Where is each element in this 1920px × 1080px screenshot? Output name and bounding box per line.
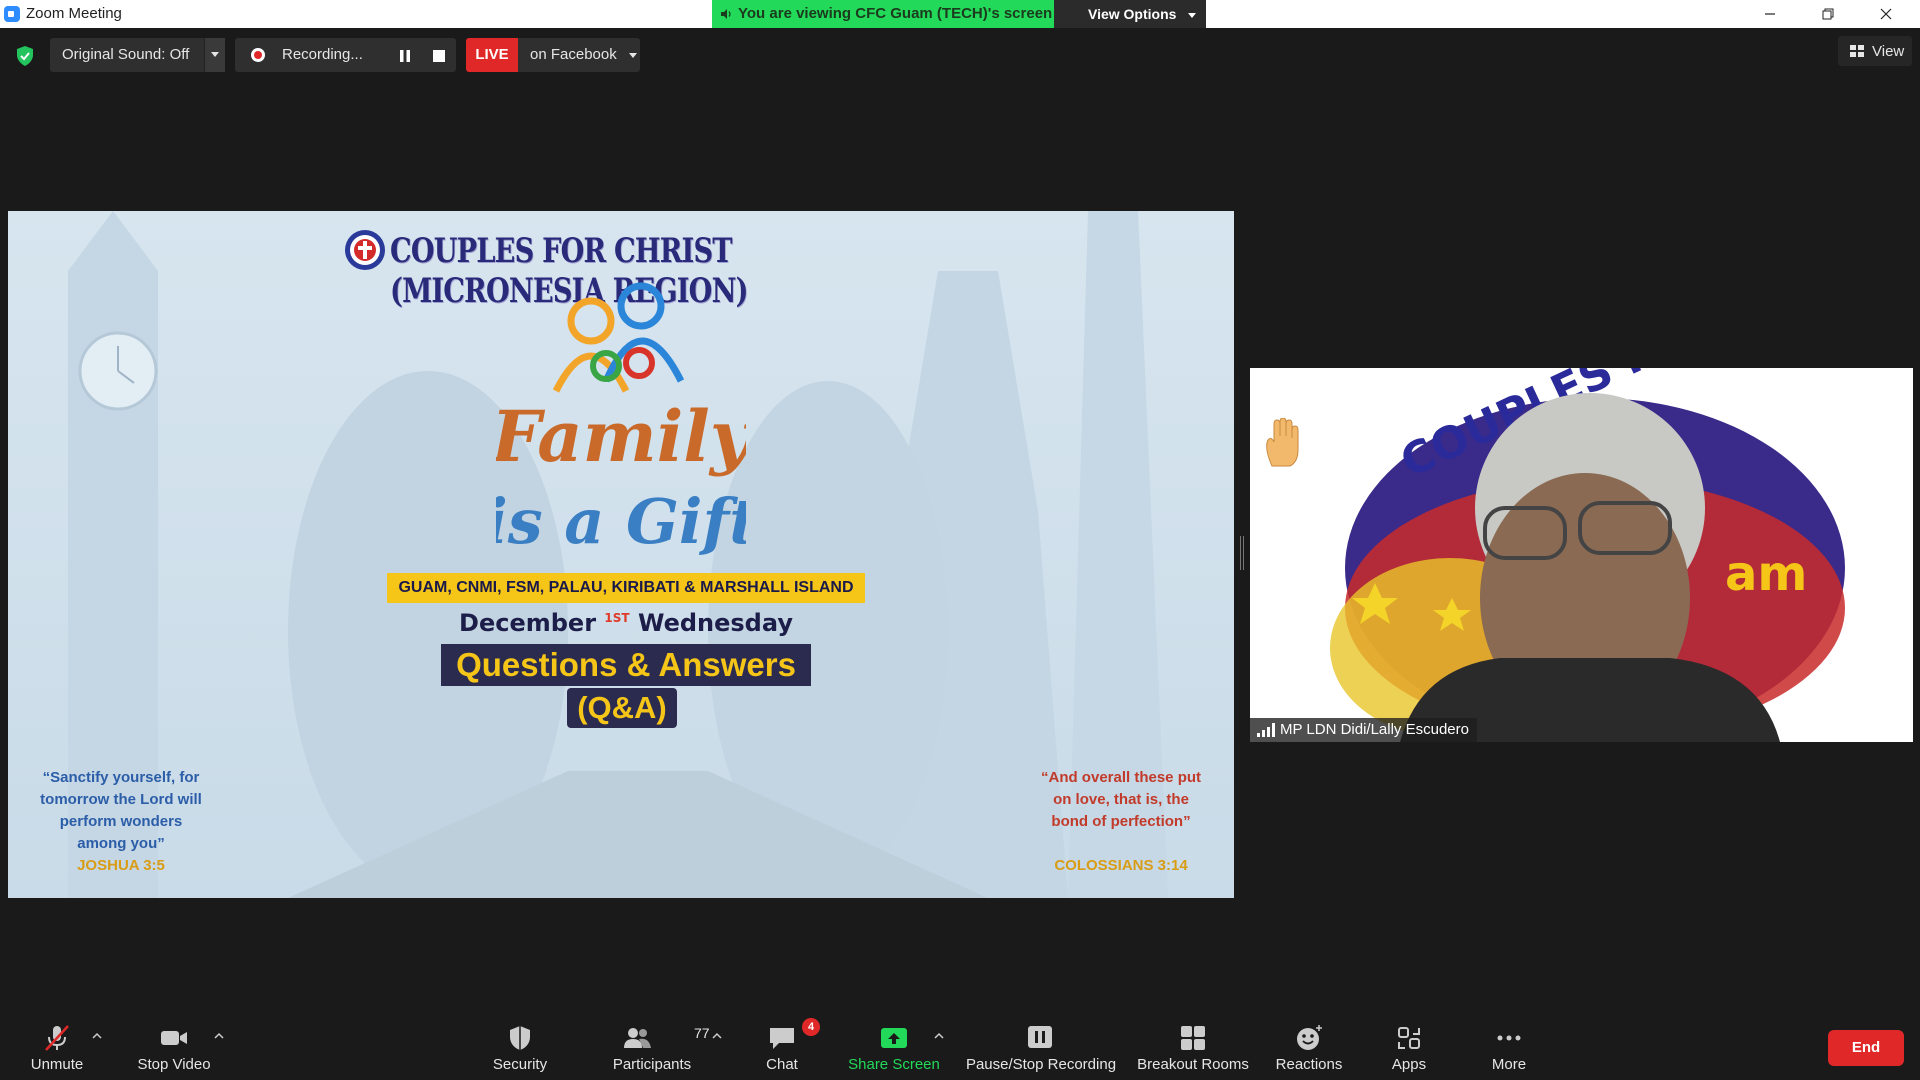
stop-video-label: Stop Video	[137, 1056, 211, 1073]
stop-recording-icon[interactable]	[433, 50, 445, 62]
chat-label: Chat	[766, 1056, 798, 1073]
original-sound-dropdown[interactable]	[204, 38, 225, 72]
verse-right-reference: COLOSSIANS 3:14	[1054, 857, 1188, 874]
view-button[interactable]: View	[1838, 36, 1912, 66]
end-meeting-button[interactable]: End	[1828, 1030, 1904, 1066]
security-button[interactable]: Security	[478, 1010, 562, 1080]
reactions-label: Reactions	[1275, 1056, 1343, 1073]
cfc-logo-icon	[345, 230, 385, 270]
slide-qa-title: Questions & Answers	[441, 644, 811, 686]
slide-event-date: December 1ST Wednesday	[393, 609, 859, 637]
slide-regions: GUAM, CNMI, FSM, PALAU, KIRIBATI & MARSH…	[387, 573, 865, 603]
pause-stop-recording-icon	[1028, 1026, 1052, 1048]
pause-stop-recording-label: Pause/Stop Recording	[965, 1056, 1117, 1073]
pause-recording-icon[interactable]	[398, 49, 412, 63]
participant-name: MP LDN Didi/Lally Escudero	[1280, 721, 1469, 738]
zoom-app-icon	[4, 6, 20, 22]
share-banner-text: You are viewing CFC Guam (TECH)'s screen	[738, 5, 1053, 22]
chevron-down-icon	[211, 52, 219, 57]
share-options-chevron-icon[interactable]	[934, 1032, 944, 1040]
participants-count: 77	[694, 1025, 710, 1041]
close-button[interactable]	[1876, 4, 1896, 24]
participants-options-chevron-icon[interactable]	[712, 1032, 722, 1040]
live-destination-label: on Facebook	[530, 46, 617, 63]
more-button[interactable]: More	[1470, 1010, 1548, 1080]
meeting-toolbar: Unmute Stop Video Security 77 Participan…	[0, 1010, 1920, 1080]
recording-dot-icon	[251, 48, 265, 62]
signal-strength-icon	[1257, 723, 1275, 737]
unmute-button[interactable]: Unmute	[20, 1010, 94, 1080]
participants-icon	[624, 1028, 651, 1048]
speaker-icon	[721, 9, 731, 19]
apps-button[interactable]: Apps	[1370, 1010, 1448, 1080]
microphone-muted-icon	[45, 1025, 69, 1051]
encryption-shield-icon[interactable]	[16, 46, 34, 66]
pause-stop-recording-button[interactable]: Pause/Stop Recording	[960, 1010, 1122, 1080]
video-camera-icon	[161, 1031, 187, 1045]
window-titlebar: Zoom Meeting You are viewing CFC Guam (T…	[0, 0, 1920, 28]
participant-video-feed: COUPLES FOR CHRIST am	[1250, 368, 1913, 742]
view-label: View	[1872, 43, 1905, 60]
video-options-chevron-icon[interactable]	[214, 1032, 224, 1040]
family-is-a-gift-logo: Family is a Gift	[496, 282, 746, 558]
share-screen-icon	[881, 1028, 907, 1048]
chat-unread-badge: 4	[802, 1018, 820, 1036]
participants-label: Participants	[612, 1056, 692, 1073]
verse-right-text: “And overall these put on love, that is,…	[1040, 769, 1202, 830]
chevron-down-icon	[1188, 12, 1197, 18]
breakout-rooms-button[interactable]: Breakout Rooms	[1134, 1010, 1252, 1080]
participant-name-tag: MP LDN Didi/Lally Escudero	[1250, 718, 1477, 742]
verse-left-text: “Sanctify yourself, for tomorrow the Lor…	[40, 769, 202, 852]
view-options-button[interactable]: View Options	[1054, 0, 1206, 28]
shared-screen-slide: COUPLES FOR CHRIST (MICRONESIA REGION) F…	[8, 211, 1234, 898]
share-screen-label: Share Screen	[848, 1056, 940, 1073]
date-day: Wednesday	[637, 609, 793, 637]
tile-bg-text-side: am	[1725, 546, 1807, 602]
recording-indicator: Recording...	[235, 38, 456, 72]
security-shield-icon	[510, 1026, 530, 1050]
date-ordinal: 1ST	[604, 611, 630, 625]
stop-video-button[interactable]: Stop Video	[128, 1010, 220, 1080]
minimize-icon	[1765, 13, 1775, 15]
theme-line2: is a Gift	[496, 485, 746, 558]
restore-button[interactable]	[1818, 4, 1838, 24]
participant-video-tile[interactable]: COUPLES FOR CHRIST am MP LDN Didi/Lally …	[1250, 368, 1913, 742]
chevron-down-icon	[628, 52, 637, 58]
slide-qa-subtitle: (Q&A)	[567, 688, 677, 728]
close-icon	[1880, 8, 1892, 20]
participants-button[interactable]: 77 Participants	[600, 1010, 710, 1080]
chat-bubble-icon	[770, 1028, 794, 1049]
live-badge: LIVE	[466, 38, 518, 72]
more-label: More	[1491, 1056, 1527, 1073]
date-month: December	[459, 609, 597, 637]
share-banner: You are viewing CFC Guam (TECH)'s screen	[712, 0, 1054, 28]
apps-icon	[1398, 1027, 1420, 1049]
view-options-label: View Options	[1088, 6, 1177, 22]
minimize-button[interactable]	[1760, 4, 1780, 24]
window-title: Zoom Meeting	[26, 5, 122, 22]
breakout-rooms-label: Breakout Rooms	[1137, 1056, 1249, 1073]
view-grid-icon	[1850, 45, 1864, 57]
chat-button[interactable]: 4 Chat	[744, 1010, 820, 1080]
share-screen-button[interactable]: Share Screen	[844, 1010, 944, 1080]
meeting-topbar: Original Sound: Off Recording... LIVE on…	[0, 28, 1920, 80]
split-view-drag-handle[interactable]	[1240, 536, 1244, 570]
breakout-rooms-icon	[1181, 1026, 1205, 1050]
theme-line1: Family	[496, 395, 746, 478]
reactions-smiley-icon	[1297, 1025, 1322, 1050]
verse-left-reference: JOSHUA 3:5	[77, 857, 165, 874]
original-sound-label: Original Sound: Off	[62, 46, 190, 63]
unmute-label: Unmute	[30, 1056, 84, 1073]
recording-label: Recording...	[282, 46, 363, 63]
audio-options-chevron-icon[interactable]	[92, 1032, 102, 1040]
live-destination-dropdown[interactable]: on Facebook	[518, 38, 640, 72]
security-label: Security	[492, 1056, 548, 1073]
original-sound-button[interactable]: Original Sound: Off	[50, 38, 225, 72]
restore-icon	[1822, 8, 1834, 20]
reactions-button[interactable]: Reactions	[1268, 1010, 1350, 1080]
more-dots-icon	[1497, 1035, 1521, 1041]
raise-hand-icon	[1266, 418, 1299, 467]
apps-label: Apps	[1391, 1056, 1427, 1073]
